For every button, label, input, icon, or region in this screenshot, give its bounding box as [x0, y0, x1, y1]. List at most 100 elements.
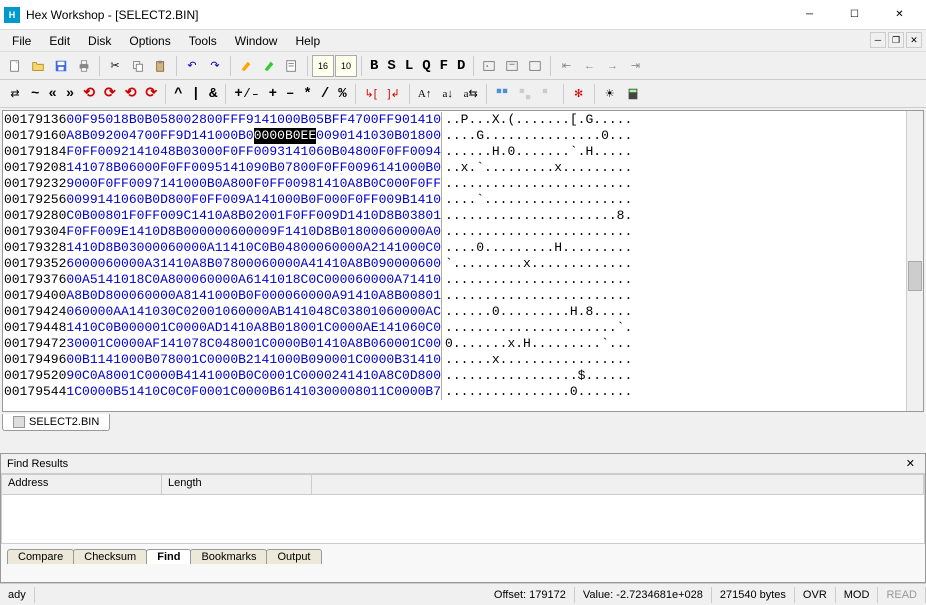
checksum-icon[interactable]: ☀	[599, 83, 621, 105]
hex-row[interactable]: 00179472 3000 1C00 00AF 1410 78C0 4800 1…	[4, 336, 905, 352]
type-s-button[interactable]: S	[383, 58, 399, 74]
new-file-icon[interactable]	[4, 55, 26, 77]
menu-tools[interactable]: Tools	[181, 32, 225, 50]
op-plus[interactable]: +	[265, 86, 281, 102]
block-end-icon[interactable]: ]↲	[383, 83, 405, 105]
menu-options[interactable]: Options	[121, 32, 178, 50]
paste-icon[interactable]	[150, 55, 172, 77]
hex-row[interactable]: 00179328 1410 D8B0 3000 0600 00A1 1410 C…	[4, 240, 905, 256]
menu-edit[interactable]: Edit	[41, 32, 78, 50]
hex-row[interactable]: 00179136 00F9 5018 B0B0 5800 2800 FFF9 1…	[4, 112, 905, 128]
op-or[interactable]: |	[188, 86, 204, 102]
toggle1-icon[interactable]	[478, 55, 500, 77]
type-f-button[interactable]: F	[436, 58, 452, 74]
hex-row[interactable]: 00179376 00A5 1410 18C0 A800 0600 00A6 1…	[4, 272, 905, 288]
tab-checksum[interactable]: Checksum	[73, 549, 147, 564]
op-mod[interactable]: %	[334, 86, 350, 102]
type-d-button[interactable]: D	[453, 58, 469, 74]
op-ror2[interactable]: ⟳	[141, 85, 161, 102]
mdi-restore[interactable]: ❐	[888, 32, 904, 48]
hex-row[interactable]: 00179232 9000 F0FF 0097 1410 00B0 A800 F…	[4, 176, 905, 192]
minimize-button[interactable]: ─	[787, 1, 832, 29]
menu-file[interactable]: File	[4, 32, 39, 50]
struct-add-icon[interactable]	[537, 83, 559, 105]
op-ror[interactable]: ⟳	[100, 85, 120, 102]
type-b-button[interactable]: B	[366, 58, 382, 74]
type-l-button[interactable]: L	[401, 58, 417, 74]
tab-find[interactable]: Find	[146, 549, 191, 564]
type-q-button[interactable]: Q	[418, 58, 434, 74]
hex-row[interactable]: 00179544 1C00 00B5 1410 C0C0 F000 1C00 0…	[4, 384, 905, 400]
tab-bookmarks[interactable]: Bookmarks	[190, 549, 267, 564]
calculator-icon[interactable]	[622, 83, 644, 105]
document-tab-select2[interactable]: SELECT2.BIN	[2, 414, 110, 431]
properties-icon[interactable]	[281, 55, 303, 77]
op-tilde[interactable]: ~	[27, 86, 43, 102]
nav-last-icon[interactable]: ⇥	[624, 55, 646, 77]
mdi-close[interactable]: ✕	[906, 32, 922, 48]
hex-row[interactable]: 00179448 1410 C0B0 0000 1C00 00AD 1410 A…	[4, 320, 905, 336]
op-shift-right[interactable]: »	[62, 86, 78, 102]
redo-icon[interactable]: ↷	[204, 55, 226, 77]
hex-row[interactable]: 00179208 1410 78B0 6000 F0FF 0095 1410 9…	[4, 160, 905, 176]
find-results-grid[interactable]: Address Length	[1, 474, 925, 544]
undo-icon[interactable]: ↶	[181, 55, 203, 77]
replace-icon[interactable]: a⇆	[460, 83, 482, 105]
hex-row[interactable]: 00179184 F0FF 0092 1410 48B0 3000 F0FF 0…	[4, 144, 905, 160]
menu-disk[interactable]: Disk	[80, 32, 119, 50]
hex-editor[interactable]: 00179136 00F9 5018 B0B0 5800 2800 FFF9 1…	[2, 110, 924, 412]
settings-icon[interactable]: ✻	[568, 83, 590, 105]
op-minus[interactable]: –	[282, 86, 298, 102]
op-mul[interactable]: *	[299, 86, 315, 102]
highlight-orange-icon[interactable]	[235, 55, 257, 77]
maximize-button[interactable]: ☐	[832, 1, 877, 29]
hex-row[interactable]: 00179496 00B1 1410 00B0 7800 1C00 00B2 1…	[4, 352, 905, 368]
hex-row[interactable]: 00179520 90C0 A800 1C00 00B4 1410 00B0 C…	[4, 368, 905, 384]
hex-row[interactable]: 00179280 C0B0 0801 F0FF 009C 1410 A8B0 2…	[4, 208, 905, 224]
menu-window[interactable]: Window	[227, 32, 286, 50]
highlight-green-icon[interactable]	[258, 55, 280, 77]
nav-first-icon[interactable]: ⇤	[555, 55, 577, 77]
cut-icon[interactable]: ✂	[104, 55, 126, 77]
mdi-minimize[interactable]: ─	[870, 32, 886, 48]
op-plusminus[interactable]: +⁄₋	[230, 85, 263, 102]
vertical-scrollbar[interactable]	[906, 111, 923, 411]
column-header-blank[interactable]	[312, 475, 924, 494]
toggle3-icon[interactable]	[524, 55, 546, 77]
column-header-length[interactable]: Length	[162, 475, 312, 494]
copy-icon[interactable]	[127, 55, 149, 77]
find-results-title: Find Results	[7, 458, 68, 470]
column-header-address[interactable]: Address	[2, 475, 162, 494]
toggle2-icon[interactable]	[501, 55, 523, 77]
op-rol2[interactable]: ⟲	[121, 85, 141, 102]
op-shift-left[interactable]: «	[44, 86, 60, 102]
hex-row[interactable]: 00179160 A8B0 9200 4700 FF9D 1410 00B0 0…	[4, 128, 905, 144]
block-start-icon[interactable]: ↳[	[360, 83, 382, 105]
open-file-icon[interactable]	[27, 55, 49, 77]
op-rol[interactable]: ⟲	[79, 85, 99, 102]
base10-icon[interactable]: 10	[335, 55, 357, 77]
tab-compare[interactable]: Compare	[7, 549, 74, 564]
find-results-close[interactable]: ✕	[902, 457, 919, 470]
menu-help[interactable]: Help	[287, 32, 328, 50]
hex-row[interactable]: 00179256 0099 1410 60B0 D800 F0FF 009A 1…	[4, 192, 905, 208]
save-icon[interactable]	[50, 55, 72, 77]
op-and[interactable]: &	[205, 86, 221, 102]
hex-row[interactable]: 00179424 0600 00AA 1410 30C0 2001 0600 0…	[4, 304, 905, 320]
swap-icon[interactable]: ⇄	[4, 83, 26, 105]
close-button[interactable]: ✕	[877, 1, 922, 29]
find-down-icon[interactable]: a↓	[437, 83, 459, 105]
hex-row[interactable]: 00179352 6000 0600 00A3 1410 A8B0 7800 0…	[4, 256, 905, 272]
op-div[interactable]: /	[317, 86, 333, 102]
hex-row[interactable]: 00179400 A8B0 D800 0600 00A8 1410 00B0 F…	[4, 288, 905, 304]
hex-row[interactable]: 00179304 F0FF 009E 1410 D8B0 0000 0600 0…	[4, 224, 905, 240]
nav-prev-icon[interactable]: ←	[578, 55, 600, 77]
base16-icon[interactable]: 16	[312, 55, 334, 77]
find-up-icon[interactable]: A↑	[414, 83, 436, 105]
struct-lib-icon[interactable]	[514, 83, 536, 105]
op-xor[interactable]: ^	[170, 86, 186, 102]
tab-output[interactable]: Output	[266, 549, 321, 564]
nav-next-icon[interactable]: →	[601, 55, 623, 77]
struct-viewer-icon[interactable]	[491, 83, 513, 105]
print-icon[interactable]	[73, 55, 95, 77]
